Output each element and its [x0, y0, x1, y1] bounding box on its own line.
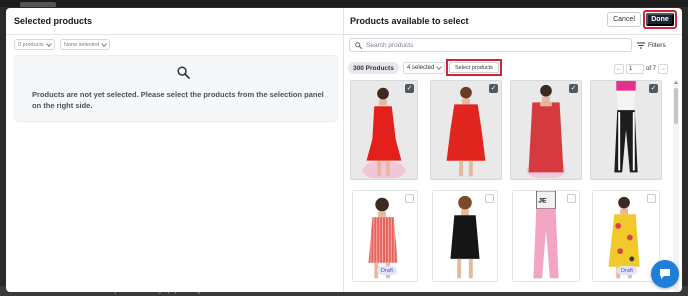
- chevron-down-icon: [436, 64, 443, 70]
- product-checkbox[interactable]: [485, 194, 494, 203]
- product-card[interactable]: Draft: [592, 190, 660, 282]
- pagination: ← 1 of 7 →: [614, 64, 669, 74]
- selected-products-panel: Selected products 0 products None select…: [6, 8, 344, 292]
- dropdown-label: 4 selected: [407, 65, 435, 71]
- product-card[interactable]: ✓: [510, 80, 582, 180]
- page-total: of 7: [646, 66, 657, 72]
- chevron-down-icon: [101, 40, 108, 47]
- select-products-button[interactable]: Select products: [449, 62, 499, 73]
- background-top-bar: [0, 0, 688, 7]
- draft-badge: Draft: [377, 266, 397, 275]
- panel-title: Products available to select: [350, 16, 469, 26]
- checkmark-icon: ✓: [650, 85, 657, 92]
- selected-count-dropdown[interactable]: 4 selected: [403, 62, 446, 74]
- product-selection-modal: Selected products 0 products None select…: [6, 8, 682, 292]
- product-card[interactable]: ✓: [430, 80, 502, 180]
- product-count-badge: 300 Products: [348, 62, 399, 74]
- product-card[interactable]: ✓: [350, 80, 418, 180]
- filters-button[interactable]: Filters: [637, 39, 666, 52]
- divider: [344, 34, 682, 35]
- product-checkbox[interactable]: [567, 194, 576, 203]
- draft-badge: Draft: [617, 266, 637, 275]
- search-field[interactable]: [349, 38, 632, 52]
- search-input[interactable]: [366, 41, 606, 49]
- scrollbar-thumb[interactable]: [674, 88, 678, 124]
- dropdown-label: 0 products: [18, 41, 44, 48]
- product-checkbox[interactable]: ✓: [569, 84, 578, 93]
- checkmark-icon: ✓: [406, 85, 413, 92]
- product-grid: ✓ ✓ ✓ ✓ Draft JE Draft: [348, 80, 666, 292]
- page-number-input[interactable]: 1: [626, 64, 644, 74]
- product-image: JE: [513, 191, 579, 281]
- checkmark-icon: ✓: [490, 85, 497, 92]
- product-card[interactable]: JE: [512, 190, 580, 282]
- product-card[interactable]: [432, 190, 498, 282]
- available-products-panel: Products available to select Cancel Done…: [344, 8, 682, 292]
- product-image: [511, 81, 581, 179]
- search-icon: [177, 66, 190, 79]
- product-checkbox[interactable]: [647, 194, 656, 203]
- product-image: [351, 81, 417, 179]
- scroll-up-icon: [674, 81, 678, 84]
- product-card[interactable]: ✓: [590, 80, 662, 180]
- grid-scrollbar[interactable]: [673, 80, 679, 292]
- panel-title: Selected products: [14, 16, 93, 26]
- prev-page-button[interactable]: ←: [614, 64, 624, 74]
- done-button[interactable]: Done: [646, 13, 674, 26]
- product-checkbox[interactable]: [405, 194, 414, 203]
- product-card[interactable]: Draft: [352, 190, 418, 282]
- empty-state: Products are not yet selected. Please se…: [14, 55, 338, 122]
- cancel-button[interactable]: Cancel: [607, 12, 641, 27]
- filters-icon: [637, 42, 645, 49]
- chat-icon: [660, 269, 670, 279]
- search-icon: [355, 41, 362, 49]
- product-image: [591, 81, 661, 179]
- selection-dropdown[interactable]: None selected: [60, 39, 111, 50]
- product-checkbox[interactable]: ✓: [405, 84, 414, 93]
- background-tab: [20, 2, 56, 7]
- chevron-down-icon: [45, 40, 52, 47]
- products-count-dropdown[interactable]: 0 products: [14, 39, 55, 50]
- filters-label: Filters: [648, 42, 666, 49]
- divider: [6, 34, 343, 35]
- svg-text:JE: JE: [538, 198, 547, 205]
- checkmark-icon: ✓: [570, 85, 577, 92]
- product-checkbox[interactable]: ✓: [649, 84, 658, 93]
- product-image: [433, 191, 497, 281]
- dropdown-label: None selected: [64, 41, 100, 48]
- product-image: [431, 81, 501, 179]
- product-checkbox[interactable]: ✓: [489, 84, 498, 93]
- select-products-highlight: Select products: [446, 59, 502, 76]
- empty-state-message: Products are not yet selected. Please se…: [32, 90, 324, 110]
- done-button-highlight: Done: [643, 10, 677, 29]
- next-page-button[interactable]: →: [658, 64, 669, 74]
- chat-widget-button[interactable]: [651, 260, 679, 288]
